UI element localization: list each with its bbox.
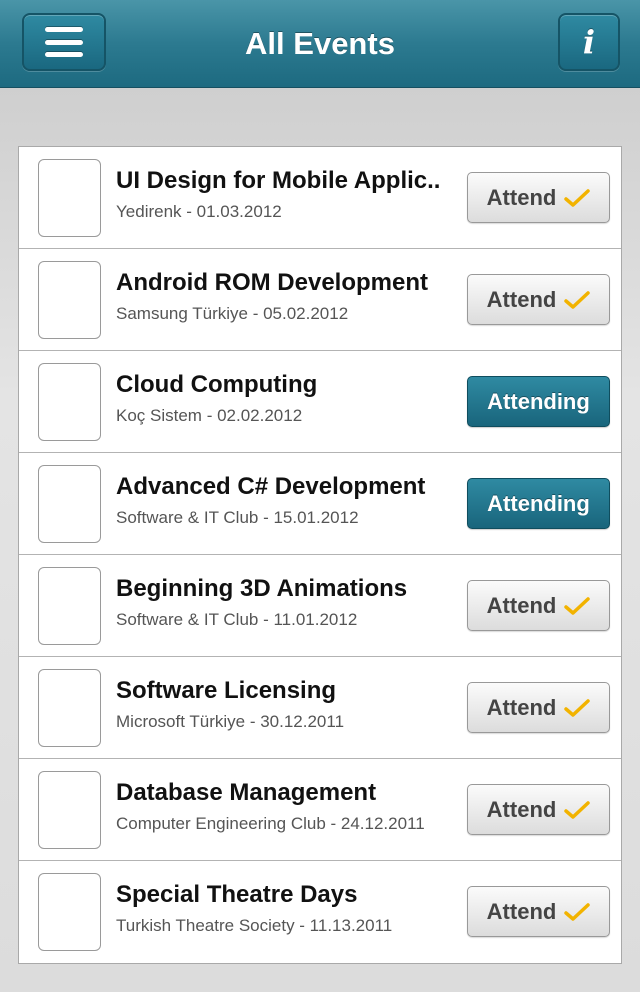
event-subtitle: Software & IT Club - 11.01.2012 (116, 610, 358, 629)
attending-button[interactable]: Attending (467, 376, 610, 427)
event-thumbnail (38, 465, 101, 543)
event-row[interactable]: Database Management Computer Engineering … (19, 759, 621, 861)
checkmark-icon (564, 800, 591, 819)
info-button[interactable]: i (558, 13, 620, 71)
checkmark-icon (564, 188, 591, 207)
event-subtitle: Koç Sistem - 02.02.2012 (116, 406, 303, 425)
event-row[interactable]: Beginning 3D Animations Software & IT Clu… (19, 555, 621, 657)
event-subtitle: Yedirenk - 01.03.2012 (116, 202, 282, 221)
event-row[interactable]: Software Licensing Microsoft Türkiye - 30… (19, 657, 621, 759)
event-row[interactable]: UI Design for Mobile Applic.. Yedirenk - … (19, 147, 621, 249)
button-label: Attend (486, 592, 557, 618)
button-label: Attend (486, 796, 557, 822)
attend-button[interactable]: Attend (467, 682, 610, 733)
checkmark-icon (564, 902, 591, 921)
event-row[interactable]: Special Theatre Days Turkish Theatre Soci… (19, 861, 621, 963)
attend-button[interactable]: Attend (467, 784, 610, 835)
info-icon: i (582, 23, 596, 61)
checkmark-icon (564, 290, 591, 309)
button-label: Attending (487, 490, 590, 516)
event-thumbnail (38, 159, 101, 237)
event-subtitle: Computer Engineering Club - 24.12.2011 (116, 814, 425, 833)
attend-button[interactable]: Attend (467, 580, 610, 631)
menu-button[interactable] (22, 13, 106, 71)
event-title: Special Theatre Days (116, 881, 358, 908)
event-title: Cloud Computing (116, 371, 318, 398)
event-subtitle: Turkish Theatre Society - 11.13.2011 (116, 916, 393, 935)
button-label: Attending (487, 388, 590, 414)
event-thumbnail (38, 363, 101, 441)
event-title: Android ROM Development (116, 269, 429, 296)
event-title: Advanced C# Development (116, 473, 426, 500)
event-title: Database Management (116, 779, 377, 806)
button-label: Attend (486, 184, 557, 210)
event-thumbnail (38, 567, 101, 645)
event-row[interactable]: Advanced C# Development Software & IT Clu… (19, 453, 621, 555)
event-title: UI Design for Mobile Applic.. (116, 167, 441, 194)
attending-button[interactable]: Attending (467, 478, 610, 529)
attend-button[interactable]: Attend (467, 274, 610, 325)
event-thumbnail (38, 771, 101, 849)
button-label: Attend (486, 898, 557, 924)
button-label: Attend (486, 286, 557, 312)
attend-button[interactable]: Attend (467, 172, 610, 223)
event-thumbnail (38, 669, 101, 747)
event-thumbnail (38, 873, 101, 951)
navigation-bar: All Events i (0, 0, 640, 88)
checkmark-icon (564, 596, 591, 615)
button-label: Attend (486, 694, 557, 720)
page-title: All Events (245, 26, 395, 61)
event-subtitle: Samsung Türkiye - 05.02.2012 (116, 304, 349, 323)
checkmark-icon (564, 698, 591, 717)
event-subtitle: Microsoft Türkiye - 30.12.2011 (116, 712, 345, 731)
event-thumbnail (38, 261, 101, 339)
hamburger-menu-icon (45, 27, 83, 57)
attend-button[interactable]: Attend (467, 886, 610, 937)
event-title: Software Licensing (116, 677, 337, 704)
event-row[interactable]: Android ROM Development Samsung Türkiye -… (19, 249, 621, 351)
event-row[interactable]: Cloud Computing Koç Sistem - 02.02.2012 At… (19, 351, 621, 453)
event-list: UI Design for Mobile Applic.. Yedirenk - … (18, 146, 622, 964)
event-title: Beginning 3D Animations (116, 575, 408, 602)
event-subtitle: Software & IT Club - 15.01.2012 (116, 508, 359, 527)
